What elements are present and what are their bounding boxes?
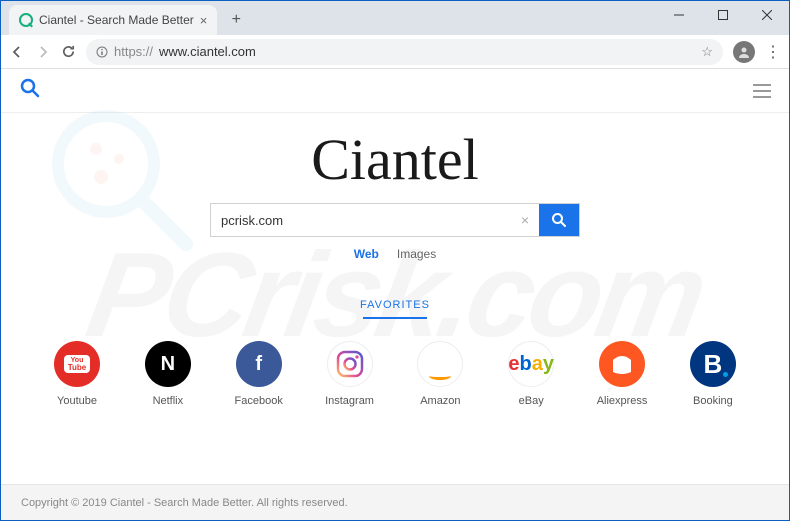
amazon-icon: a — [417, 341, 463, 387]
forward-button[interactable] — [35, 44, 51, 60]
favorite-aliexpress[interactable]: Aliexpress — [594, 341, 650, 407]
favorite-label: Youtube — [57, 395, 97, 407]
page-content: PCrisk.com Ciantel × Web Images FAVORITE… — [1, 69, 789, 520]
hamburger-menu-icon[interactable] — [753, 84, 771, 98]
favorite-booking[interactable]: B Booking — [685, 341, 741, 407]
favorite-label: Aliexpress — [597, 395, 648, 407]
tab-close-icon[interactable]: × — [200, 13, 208, 28]
clear-search-icon[interactable]: × — [511, 204, 539, 236]
instagram-icon — [327, 341, 373, 387]
url-host: www.ciantel.com — [159, 44, 256, 59]
facebook-icon: f — [236, 341, 282, 387]
aliexpress-icon — [599, 341, 645, 387]
window-close-button[interactable] — [745, 1, 789, 29]
favorite-facebook[interactable]: f Facebook — [231, 341, 287, 407]
new-tab-button[interactable]: + — [223, 7, 249, 33]
topbar-search-icon[interactable] — [19, 77, 41, 104]
favorite-label: Facebook — [235, 395, 283, 407]
favorite-amazon[interactable]: a Amazon — [412, 341, 468, 407]
browser-menu-button[interactable]: ⋮ — [765, 42, 781, 62]
youtube-icon: YouTube — [54, 341, 100, 387]
profile-button[interactable] — [733, 41, 755, 63]
url-bar[interactable]: https:// www.ciantel.com ☆ — [86, 39, 723, 65]
favorite-ebay[interactable]: ebay eBay — [503, 341, 559, 407]
search-button[interactable] — [539, 204, 579, 236]
search-box: × — [210, 203, 580, 237]
search-input[interactable] — [211, 204, 511, 236]
netflix-icon: N — [145, 341, 191, 387]
window-maximize-button[interactable] — [701, 1, 745, 29]
browser-tab[interactable]: Ciantel - Search Made Better × — [9, 5, 217, 35]
favorite-label: eBay — [519, 395, 544, 407]
ebay-icon: ebay — [508, 341, 554, 387]
search-tabs: Web Images — [1, 247, 789, 261]
back-button[interactable] — [9, 44, 25, 60]
search-icon — [551, 212, 567, 228]
site-info-icon — [96, 46, 108, 58]
favorite-label: Amazon — [420, 395, 460, 407]
tab-web[interactable]: Web — [354, 247, 379, 261]
window-minimize-button[interactable] — [657, 1, 701, 29]
tab-images[interactable]: Images — [397, 247, 436, 261]
bookmark-star-icon[interactable]: ☆ — [701, 44, 713, 60]
tab-title: Ciantel - Search Made Better — [39, 13, 194, 27]
favorite-instagram[interactable]: Instagram — [322, 341, 378, 407]
site-logo: Ciantel — [1, 131, 789, 189]
page-footer: Copyright © 2019 Ciantel - Search Made B… — [1, 484, 789, 520]
site-topbar — [1, 69, 789, 113]
favorites-header: FAVORITES — [1, 299, 789, 319]
favorite-youtube[interactable]: YouTube Youtube — [49, 341, 105, 407]
favorite-label: Instagram — [325, 395, 374, 407]
browser-titlebar: Ciantel - Search Made Better × + — [1, 1, 789, 35]
favorite-label: Booking — [693, 395, 733, 407]
favorites-grid: YouTube Youtube N Netflix f Facebook Ins… — [1, 319, 789, 407]
tab-favicon-icon — [19, 13, 33, 27]
browser-toolbar: https:// www.ciantel.com ☆ ⋮ — [1, 35, 789, 69]
favorite-netflix[interactable]: N Netflix — [140, 341, 196, 407]
url-protocol: https:// — [114, 44, 153, 59]
booking-icon: B — [690, 341, 736, 387]
favorite-label: Netflix — [153, 395, 184, 407]
reload-button[interactable] — [61, 44, 76, 59]
